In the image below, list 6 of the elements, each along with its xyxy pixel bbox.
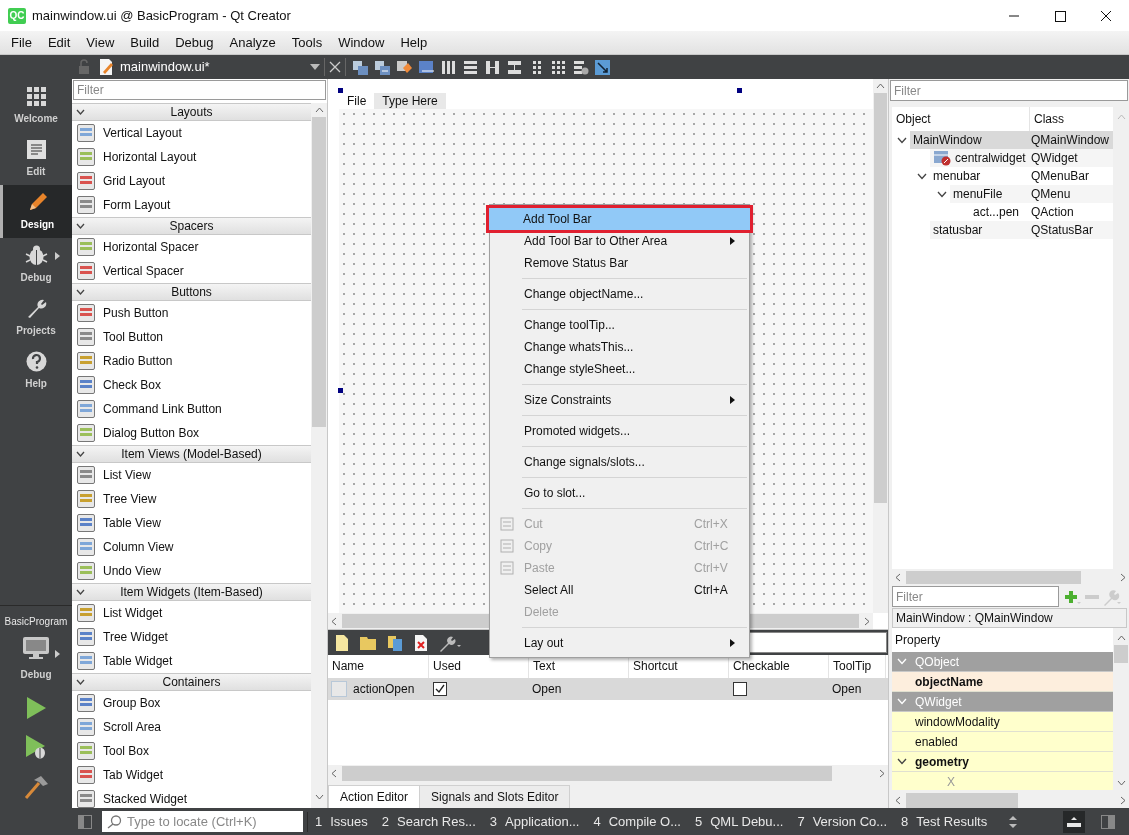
table-cell-text: actionOpen [353,681,415,698]
table-cell-text: Open [832,681,862,698]
object-class-label: MainWindow : QMainWindow [892,608,1127,628]
table-cell-text: Open [532,681,562,698]
window-title: mainwindow.ui @ BasicProgram - Qt Creator [32,6,291,25]
app-logo: QC [8,7,26,24]
